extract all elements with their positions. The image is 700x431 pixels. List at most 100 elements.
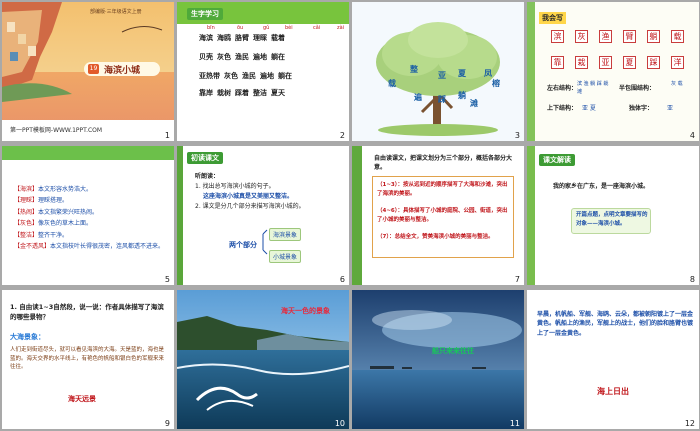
pinyin: ōu (237, 25, 244, 31)
word: 遍地 (253, 53, 267, 61)
char-box: 灰 (575, 30, 588, 43)
summary-part-3: （7）：总结全文，赞美海滨小城的美丽与整洁。 (377, 234, 494, 240)
slide-6-thumbnail[interactable]: 初读课文 听朗读： 1. 找出总写海滨小城的句子。 这座海滨小城真是又美丽又整洁… (177, 146, 349, 285)
word: 躺在 (278, 72, 292, 80)
word: 踩着 (235, 89, 249, 97)
word: 遍地 (260, 72, 274, 80)
definition: 像灰色的草木上面。 (38, 220, 93, 228)
pinyin: zài (337, 25, 345, 31)
definition: 理睬搭理。 (38, 197, 69, 205)
scene-label: 海上日出 (597, 387, 629, 396)
pinyin: bèi (285, 25, 293, 31)
word: 海滨 (199, 34, 213, 42)
explanation-item: 【理睬】理睬搭理。 (14, 195, 168, 206)
slide-number: 1 (164, 131, 170, 140)
slide-number: 6 (339, 275, 345, 284)
pinyin: gǔ (263, 25, 270, 31)
header-bar (2, 146, 174, 160)
slide-2-thumbnail[interactable]: 生字学习 bīn ōu gǔ bèi cǎi zài 海滨 海鸥 胳臂 理睬 载着 贝壳… (177, 2, 349, 141)
structure-label-half: 半包围结构： (619, 84, 655, 93)
label: 半包围结构： (619, 85, 656, 92)
summary-box: （1~3）：按从远到近的顺序描写了大海和沙滩，突出了海滨的美丽。 （4~6）：具… (372, 176, 514, 258)
scene-label: 海天远景 (68, 395, 96, 403)
term: 【灰色】 (14, 220, 39, 228)
char-box: 踩 (647, 56, 660, 69)
explanation-item: 【金不透风】本文指枝叶长得很茂密，连风都透不进来。 (14, 241, 168, 252)
slide-7-thumbnail[interactable]: 自由读课文，把课文划分为三个部分，概括各部分大意。 （1~3）：按从远到近的顺序… (352, 146, 524, 285)
explanation-item: 【灰色】像灰色的草木上面。 (14, 218, 168, 229)
explanation-item: 【热闹】本文指繁荣兴旺热闹。 (14, 207, 168, 218)
slide-number: 11 (509, 419, 520, 428)
slide-8-thumbnail[interactable]: 课文解读 我的家乡在广东，是一座海滨小城。 开篇点题，点明文章要描写的对象——海… (527, 146, 699, 285)
slide-number: 3 (514, 131, 520, 140)
leaf-word: 载 (388, 79, 396, 88)
pinyin: bīn (207, 25, 215, 31)
word: 靠岸 (199, 89, 213, 97)
instruction: 自由读课文，把课文划分为三个部分，概括各部分大意。 (374, 155, 513, 172)
char-box: 亚 (599, 56, 612, 69)
char-box: 臂 (623, 30, 636, 43)
char-box: 夏 (623, 56, 636, 69)
leaf-word: 凤 (484, 69, 492, 78)
slide-5-thumbnail[interactable]: 【海滨】本文形容水势浩大。 【理睬】理睬搭理。 【热闹】本文指繁荣兴旺热闹。 【… (2, 146, 174, 285)
slide-11-thumbnail[interactable]: 船只来来往往 11 (352, 290, 524, 429)
definition: 整齐干净。 (38, 231, 69, 239)
char-box: 躺 (647, 30, 660, 43)
slide-3-thumbnail[interactable]: 凤 榕 夏 亚 整 载 遍 踩 躺 滩 3 (352, 2, 524, 141)
leaf-word: 亚 (438, 71, 446, 80)
summary-part-2: （4~6）：具体描写了小城的庭院、公园、街道，突出了小城的美丽与整洁。 (377, 208, 508, 223)
vocab-row-4: 靠岸 栽树 踩着 整洁 夏天 (199, 88, 289, 98)
section-tag: 生字学习 (187, 8, 223, 20)
term: 【金不透风】 (14, 242, 51, 250)
bracket-connector (262, 229, 268, 255)
definition: 本文指枝叶长得很茂密，连风都透不进来。 (50, 242, 165, 250)
photo-caption: 船只来来往往 (432, 347, 474, 355)
explanation-item: 【整洁】整齐干净。 (14, 230, 168, 241)
structure-value-single: 亚 (667, 105, 674, 112)
label: 独体字： (629, 105, 654, 112)
sunrise-description: 早晨，机帆船、军舰、海鸥、云朵，都被朝阳镀上了一层金黄色。帆船上的渔民，军舰上的… (537, 311, 694, 337)
structure-value-top: 亚 夏 (582, 105, 596, 112)
slide-9-thumbnail[interactable]: 1. 自由读1~3自然段，说一说：作者具体描写了海滨的哪些景物？ 大海景象： 人… (2, 290, 174, 429)
quote-line: 我的家乡在广东，是一座海滨小城。 (553, 183, 650, 190)
char-box: 滨 (551, 30, 564, 43)
word: 贝壳 (199, 53, 213, 61)
char-box: 载 (671, 30, 684, 43)
definition: 本文形容水势浩大。 (38, 186, 93, 193)
explanation-item: 【海滨】本文形容水势浩大。 (14, 184, 168, 195)
label: 左右结构： (547, 85, 578, 92)
subheading: 大海景象： (10, 333, 45, 341)
word: 海鸥 (217, 34, 231, 42)
word: 栽树 (217, 89, 231, 97)
lesson-title-bar: 19 海滨小城 (84, 62, 160, 76)
word: 渔民 (235, 53, 249, 61)
slide-1-thumbnail[interactable]: 部编版·三年级语文上册 19 海滨小城 第一PPT模板网-WWW.1PPT.CO… (2, 2, 174, 141)
char-box: 靠 (551, 56, 564, 69)
note-box: 开篇点题，点明文章要描写的对象——海滨小城。 (571, 208, 651, 234)
word: 躺在 (271, 53, 285, 61)
vocab-row-3: 亚热带 灰色 渔民 遍地 躺在 (199, 71, 296, 81)
structure-label-top: 上下结构： (547, 104, 577, 113)
term: 【热闹】 (14, 208, 39, 216)
term: 【理睬】 (14, 197, 39, 205)
pinyin: cǎi (313, 25, 321, 31)
slide-12-thumbnail[interactable]: 早晨，机帆船、军舰、海鸥、云朵，都被朝阳镀上了一层金黄色。帆船上的渔民，军舰上的… (527, 290, 699, 429)
footer-text: 第一PPT模板网-WWW.1PPT.COM (10, 127, 103, 134)
leaf-word: 躺 (458, 91, 466, 100)
slide-number: 4 (689, 131, 695, 140)
structure-label-left: 左右结构： (547, 84, 577, 93)
word: 理睬 (253, 34, 267, 42)
slide-10-thumbnail[interactable]: 海天一色的景象 10 (177, 290, 349, 429)
side-strip (352, 146, 362, 285)
summary-part-1: （1~3）：按从远到近的顺序描写了大海和沙滩，突出了海滨的美丽。 (377, 182, 508, 197)
slide-number: 7 (514, 275, 520, 284)
word: 胳臂 (235, 34, 249, 42)
word: 灰色 (224, 72, 238, 80)
side-strip (527, 2, 535, 141)
structure-value-half: 灰 载 (671, 81, 683, 87)
slide-number: 12 (684, 419, 695, 428)
label: 上下结构： (547, 105, 578, 112)
word: 亚热带 (199, 72, 220, 80)
slide-number: 8 (689, 275, 695, 284)
slide-4-thumbnail[interactable]: 我会写 滨 灰 渔 臂 躺 载 靠 栽 亚 夏 踩 洋 左右结构： 滨 渔 躺 … (527, 2, 699, 141)
